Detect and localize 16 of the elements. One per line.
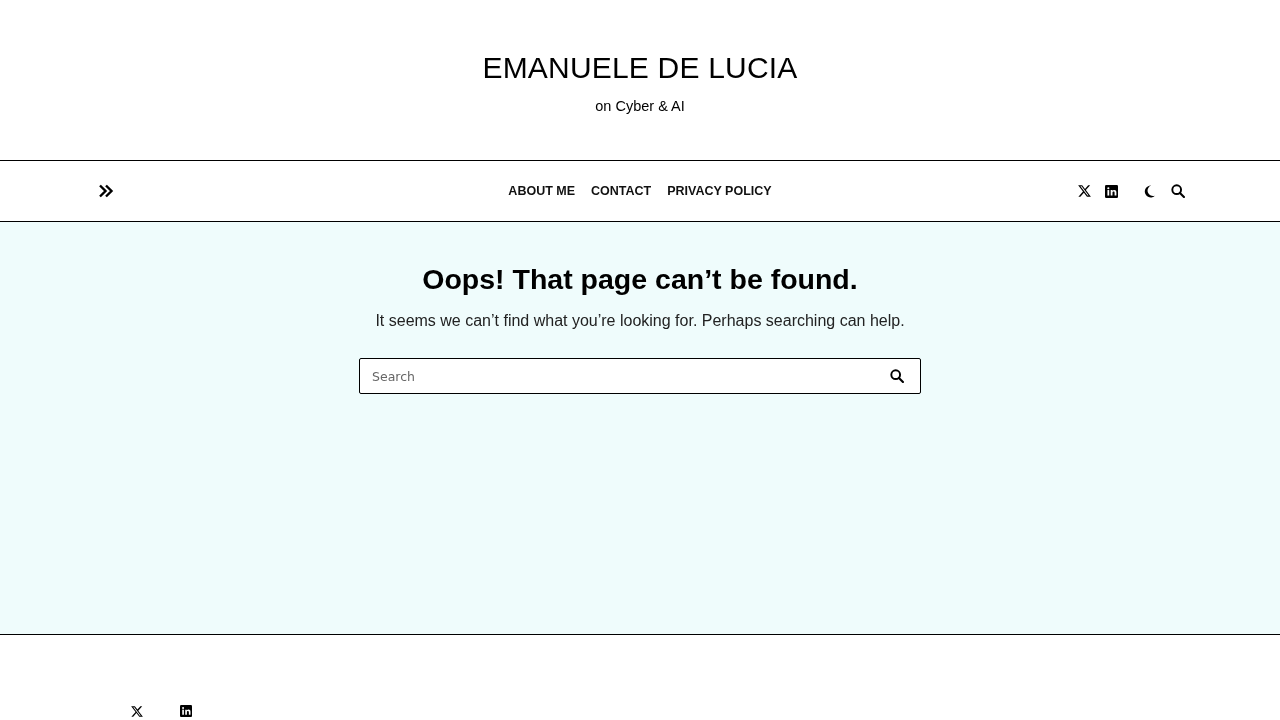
error-heading: Oops! That page can’t be found. (422, 262, 858, 297)
moon-icon[interactable] (1144, 184, 1155, 198)
x-logo-icon[interactable] (131, 705, 143, 717)
linkedin-icon[interactable] (1105, 184, 1118, 198)
search-icon[interactable] (1171, 184, 1185, 198)
x-logo-icon[interactable] (1078, 185, 1091, 197)
site-title[interactable]: EMANUELE DE LUCIA (482, 48, 798, 88)
nav-link[interactable]: ABOUT ME (508, 182, 576, 200)
double-chevron-icon[interactable] (98, 184, 114, 198)
nav-link[interactable]: PRIVACY POLICY (667, 182, 772, 200)
search-field[interactable]: Search (359, 358, 921, 394)
error-message: It seems we can’t find what you’re looking for. Perhaps searching can help. (375, 311, 905, 331)
search-icon[interactable] (890, 369, 904, 383)
nav-link[interactable]: CONTACT (591, 182, 652, 200)
linkedin-icon[interactable] (180, 705, 192, 717)
site-tagline: on Cyber & AI (595, 97, 685, 116)
